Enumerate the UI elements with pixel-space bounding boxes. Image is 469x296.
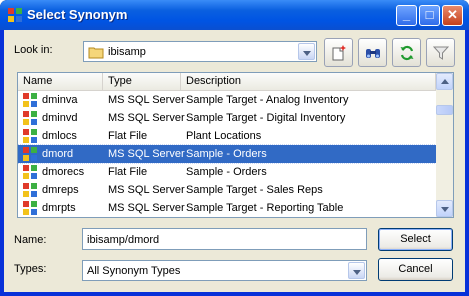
maximize-button[interactable]: □	[419, 5, 440, 26]
maximize-icon: □	[425, 7, 434, 22]
window-border-bottom	[0, 292, 469, 296]
row-description: Sample Target - Digital Inventory	[186, 112, 346, 124]
window-title: Select Synonym	[27, 7, 128, 22]
find-icon	[366, 49, 380, 58]
row-description: Sample - Orders	[186, 166, 267, 178]
synonym-icon	[23, 201, 37, 215]
column-header-name[interactable]: Name	[18, 73, 103, 91]
title-bar[interactable]: Select Synonym _ □ ✕	[0, 0, 469, 30]
select-button[interactable]: Select	[378, 228, 453, 251]
filter-icon	[433, 46, 449, 60]
row-type: MS SQL Server	[108, 112, 185, 124]
row-type: Flat File	[108, 130, 148, 142]
row-name: dminvd	[42, 112, 78, 124]
types-dropdown[interactable]: All Synonym Types	[82, 260, 367, 281]
folder-icon	[88, 47, 104, 59]
select-synonym-dialog: Select Synonym _ □ ✕ Look in: ibisamp Na…	[0, 0, 469, 296]
chevron-down-icon[interactable]	[348, 262, 365, 279]
row-name: dminva	[42, 94, 78, 106]
table-row[interactable]: dmord MS SQL Server Sample - Orders	[18, 144, 437, 164]
synonym-icon	[23, 147, 37, 161]
row-description: Sample - Orders	[186, 148, 267, 160]
column-header-description[interactable]: Description	[181, 73, 436, 91]
row-type: MS SQL Server	[108, 184, 185, 196]
synonym-icon	[23, 93, 37, 107]
table-row[interactable]: dmorecs Flat File Sample - Orders	[18, 163, 436, 181]
close-icon: ✕	[447, 7, 458, 22]
name-input[interactable]: ibisamp/dmord	[82, 228, 367, 250]
new-folder-button[interactable]	[324, 38, 353, 67]
row-description: Sample Target - Analog Inventory	[186, 94, 349, 106]
find-button[interactable]	[358, 38, 387, 67]
scroll-up-button[interactable]	[436, 73, 453, 90]
row-description: Plant Locations	[186, 130, 262, 142]
synonym-app-icon	[8, 8, 22, 22]
refresh-button[interactable]	[392, 38, 421, 67]
chevron-down-icon[interactable]	[298, 43, 315, 60]
dialog-body: Look in: ibisamp Name Type Description d…	[4, 30, 465, 292]
new-folder-icon	[332, 45, 346, 61]
row-name: dmrpts	[42, 202, 76, 214]
cancel-button[interactable]: Cancel	[378, 258, 453, 281]
filter-button[interactable]	[426, 38, 455, 67]
refresh-icon	[400, 45, 414, 61]
scroll-down-button[interactable]	[436, 200, 453, 217]
table-row[interactable]: dmrpts MS SQL Server Sample Target - Repor…	[18, 199, 436, 217]
row-description: Sample Target - Sales Reps	[186, 184, 323, 196]
table-row[interactable]: dminva MS SQL Server Sample Target - Analo…	[18, 91, 436, 109]
name-input-value: ibisamp/dmord	[87, 234, 160, 246]
types-label: Types:	[14, 263, 47, 275]
synonym-icon	[23, 111, 37, 125]
row-type: MS SQL Server	[108, 148, 185, 160]
row-name: dmreps	[42, 184, 79, 196]
table-row[interactable]: dmlocs Flat File Plant Locations	[18, 127, 436, 145]
synonym-list[interactable]: Name Type Description dminva MS SQL Serve…	[17, 72, 454, 218]
look-in-value: ibisamp	[108, 46, 146, 58]
look-in-dropdown[interactable]: ibisamp	[83, 41, 317, 62]
table-row[interactable]: dminvd MS SQL Server Sample Target - Digit…	[18, 109, 436, 127]
name-label: Name:	[14, 234, 47, 246]
close-button[interactable]: ✕	[442, 5, 463, 26]
synonym-icon	[23, 183, 37, 197]
row-name: dmord	[42, 148, 74, 160]
row-type: MS SQL Server	[108, 202, 185, 214]
minimize-icon: _	[402, 7, 411, 22]
row-type: MS SQL Server	[108, 94, 185, 106]
column-header-type[interactable]: Type	[103, 73, 181, 91]
synonym-icon	[23, 129, 37, 143]
window-border-right	[465, 30, 469, 296]
table-row[interactable]: dmreps MS SQL Server Sample Target - Sales…	[18, 181, 436, 199]
synonym-icon	[23, 165, 37, 179]
row-type: Flat File	[108, 166, 148, 178]
minimize-button[interactable]: _	[396, 5, 417, 26]
list-header: Name Type Description	[18, 73, 436, 91]
scroll-thumb[interactable]	[436, 105, 453, 115]
types-value: All Synonym Types	[87, 265, 181, 277]
row-name: dmorecs	[42, 166, 85, 178]
vertical-scrollbar[interactable]	[436, 73, 453, 217]
row-name: dmlocs	[42, 130, 77, 142]
row-description: Sample Target - Reporting Table	[186, 202, 344, 214]
look-in-label: Look in:	[14, 44, 53, 56]
